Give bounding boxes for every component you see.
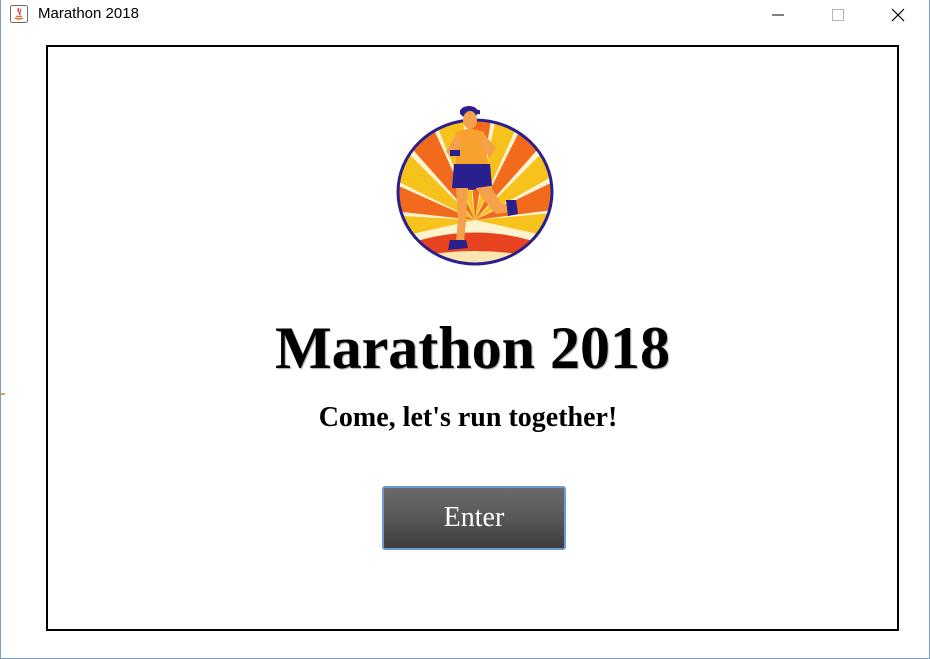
- window-title: Marathon 2018: [38, 5, 139, 22]
- title-bar[interactable]: Marathon 2018: [1, 0, 929, 30]
- close-icon: [891, 8, 905, 22]
- app-window: Marathon 2018 Marathon 2018 Come, let's …: [0, 0, 930, 659]
- java-icon: [10, 5, 28, 23]
- welcome-panel: Marathon 2018 Come, let's run together! …: [46, 45, 899, 631]
- tagline: Come, let's run together!: [318, 402, 618, 433]
- enter-button[interactable]: Enter: [382, 486, 566, 550]
- page-title: Marathon 2018: [275, 315, 670, 381]
- maximize-button[interactable]: [809, 0, 867, 30]
- edge-marker: [1, 393, 5, 395]
- maximize-icon: [832, 9, 844, 21]
- minimize-icon: [772, 14, 784, 16]
- close-button[interactable]: [869, 0, 927, 30]
- marathon-runner-logo: [396, 106, 554, 266]
- minimize-button[interactable]: [749, 0, 807, 30]
